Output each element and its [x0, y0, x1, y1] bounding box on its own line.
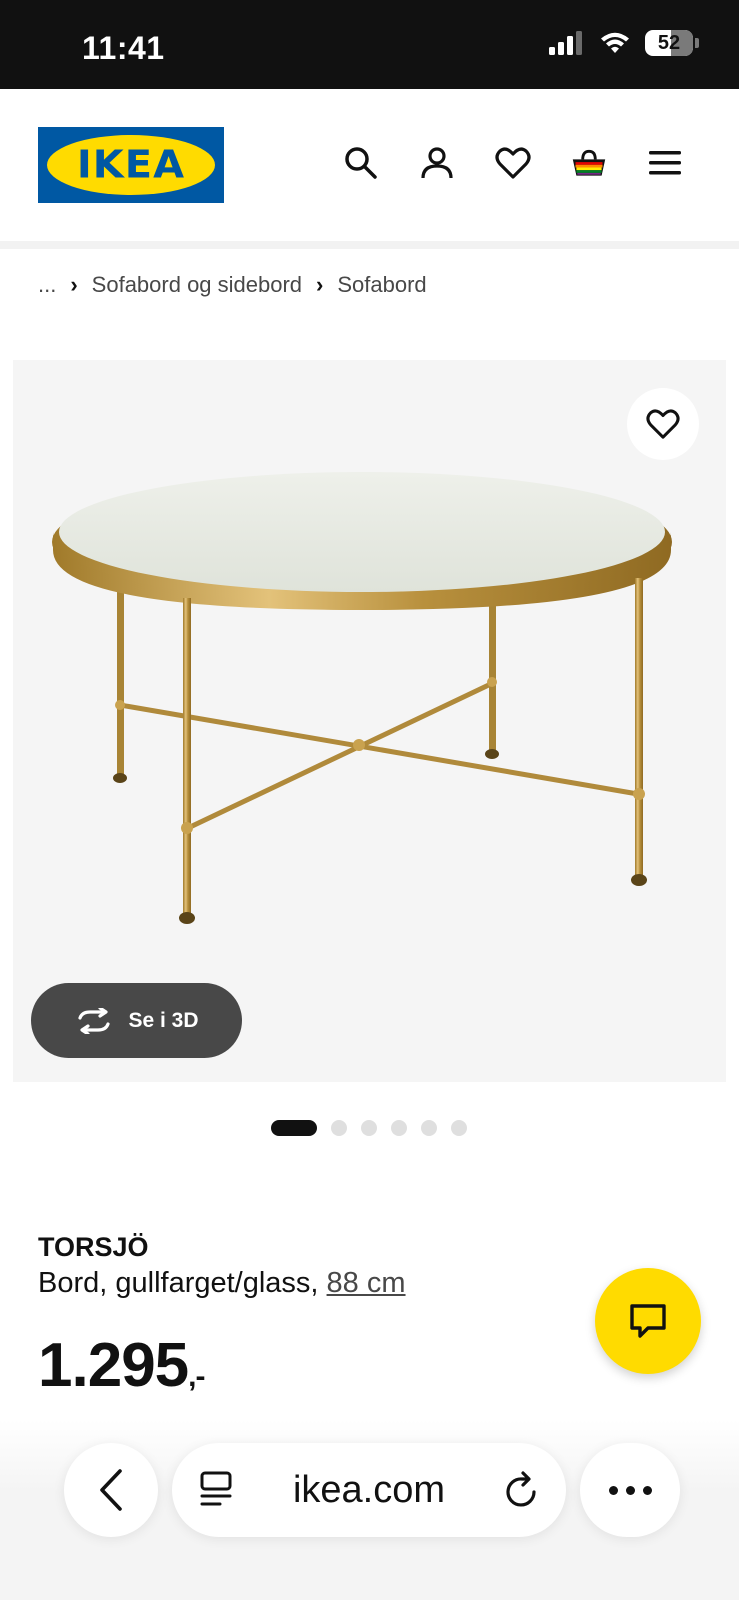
product-name: TORSJÖ: [38, 1232, 149, 1262]
status-icons: 52: [549, 30, 699, 56]
chevron-left-icon: [100, 1469, 122, 1511]
price-value: 1.295: [38, 1331, 189, 1400]
coffee-table-image: [52, 472, 672, 924]
more-dot: [625, 1485, 635, 1495]
product-description: Bord, gullfarget/glass, 88 cm: [38, 1267, 406, 1300]
product-image[interactable]: [13, 360, 726, 1082]
browser-more-button[interactable]: [580, 1443, 680, 1537]
breadcrumb-item-category[interactable]: Sofabord og sidebord: [92, 272, 302, 298]
signal-icon: [549, 31, 582, 55]
breadcrumb-separator: ›: [316, 272, 324, 297]
breadcrumb: ... › Sofabord og sidebord › Sofabord: [38, 272, 427, 298]
view-in-3d-label: Se i 3D: [128, 1008, 199, 1032]
image-carousel-indicator: [271, 1120, 467, 1136]
browser-address-bar[interactable]: ikea.com: [172, 1443, 566, 1537]
rotate-3d-icon: [78, 1007, 111, 1034]
user-icon[interactable]: [419, 145, 455, 181]
breadcrumb-separator: ›: [70, 272, 78, 297]
site-header: IKEA: [0, 89, 739, 241]
carousel-dot-active[interactable]: [271, 1120, 317, 1136]
menu-icon[interactable]: [647, 145, 683, 181]
browser-back-button[interactable]: [64, 1443, 158, 1537]
chat-button[interactable]: [595, 1268, 701, 1374]
reload-icon[interactable]: [504, 1470, 540, 1510]
status-time: 11:41: [82, 30, 165, 66]
battery-icon: 52: [645, 30, 699, 56]
reader-mode-icon[interactable]: [198, 1470, 234, 1510]
product-description-text: Bord, gullfarget/glass,: [38, 1267, 319, 1299]
header-actions: [343, 145, 683, 181]
heart-icon: [646, 409, 680, 439]
chat-icon: [630, 1304, 666, 1338]
carousel-dot[interactable]: [361, 1120, 377, 1136]
view-in-3d-button[interactable]: Se i 3D: [31, 983, 242, 1058]
product-price: 1.295,-: [38, 1330, 206, 1401]
battery-level: 52: [657, 31, 681, 54]
add-to-favorites-button[interactable]: [627, 388, 699, 460]
carousel-dot[interactable]: [331, 1120, 347, 1136]
product-size-link[interactable]: 88 cm: [327, 1267, 406, 1299]
ikea-logo[interactable]: IKEA: [38, 127, 224, 203]
logo-text: IKEA: [76, 143, 186, 187]
price-suffix: ,-: [188, 1360, 205, 1393]
status-bar: 11:41 52: [0, 0, 739, 89]
carousel-dot[interactable]: [451, 1120, 467, 1136]
search-icon[interactable]: [343, 145, 379, 181]
browser-url: ikea.com: [292, 1468, 446, 1511]
carousel-dot[interactable]: [421, 1120, 437, 1136]
basket-icon[interactable]: [571, 145, 607, 181]
heart-icon[interactable]: [495, 145, 531, 181]
more-dots-icon: [608, 1485, 618, 1495]
header-divider: [0, 241, 739, 249]
breadcrumb-item-current[interactable]: Sofabord: [337, 272, 426, 298]
wifi-icon: [601, 32, 629, 53]
more-dot: [642, 1485, 652, 1495]
carousel-dot[interactable]: [391, 1120, 407, 1136]
breadcrumb-ellipsis[interactable]: ...: [38, 272, 56, 298]
